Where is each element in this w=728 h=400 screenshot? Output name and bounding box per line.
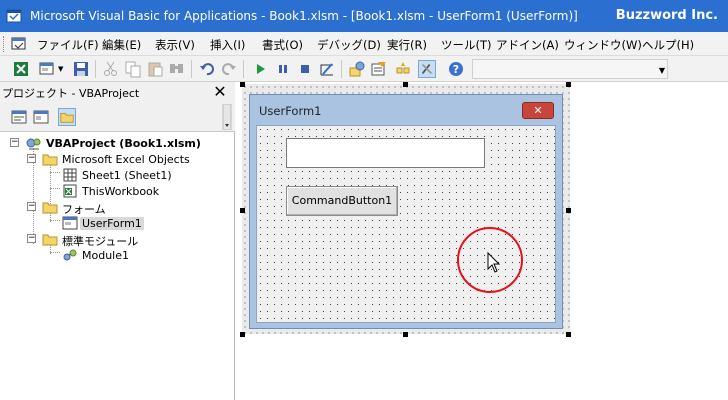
- vba-project-icon: [26, 138, 41, 150]
- folder-icon: [42, 154, 58, 166]
- properties-icon[interactable]: [370, 60, 388, 78]
- toolbar-options-icon[interactable]: ▼: [659, 66, 665, 75]
- reset-icon[interactable]: [296, 60, 314, 78]
- menu-run[interactable]: 実行(R): [387, 37, 427, 53]
- resize-handle[interactable]: [566, 208, 571, 213]
- menu-help[interactable]: ヘルプ(H): [642, 37, 694, 53]
- insert-dropdown-icon[interactable]: ▼: [58, 65, 63, 73]
- menu-debug[interactable]: デバッグ(D): [317, 37, 381, 53]
- tree-node-label: VBAProject (Book1.xlsm): [46, 137, 201, 150]
- menu-addins[interactable]: アドイン(A): [496, 37, 559, 53]
- resize-handle[interactable]: [403, 82, 408, 87]
- title-bar: Microsoft Visual Basic for Applications …: [0, 0, 728, 32]
- cut-icon[interactable]: [102, 60, 120, 78]
- toolbar-separator: [191, 60, 192, 78]
- tree-expander[interactable]: −: [27, 154, 36, 163]
- tree-connector: [50, 188, 60, 189]
- tree-node-label: UserForm1: [80, 217, 144, 230]
- panel-close-button[interactable]: ✕: [210, 83, 230, 101]
- panel-scroll-grip[interactable]: [222, 104, 232, 130]
- panel-title: プロジェクト - VBAProject: [2, 87, 140, 100]
- workbook-icon: [63, 184, 77, 198]
- toggle-folders-icon[interactable]: [58, 108, 76, 126]
- resize-handle[interactable]: [240, 208, 245, 213]
- menu-file[interactable]: ファイル(F): [37, 37, 99, 53]
- menu-grip[interactable]: [3, 36, 6, 52]
- toolbar-separator: [95, 60, 96, 78]
- menu-view[interactable]: 表示(V): [155, 37, 195, 53]
- object-browser-icon[interactable]: [394, 60, 412, 78]
- panel-toolbar: [0, 102, 235, 132]
- view-object-icon[interactable]: [32, 108, 50, 126]
- tree-connector: [50, 172, 60, 173]
- menu-edit[interactable]: 編集(E): [102, 37, 141, 53]
- toolbox-icon[interactable]: [418, 60, 436, 78]
- tree-connector: [50, 220, 60, 221]
- view-code-icon[interactable]: [10, 108, 28, 126]
- run-icon[interactable]: [252, 60, 270, 78]
- redo-icon[interactable]: [220, 60, 238, 78]
- tree-connector: [50, 252, 60, 253]
- svg-text:?: ?: [453, 63, 459, 76]
- project-tree: − VBAProject (Book1.xlsm) − Microsoft Ex…: [0, 134, 232, 400]
- vba-app-icon: [6, 9, 22, 23]
- folder-icon: [42, 202, 58, 214]
- resize-handle[interactable]: [240, 82, 245, 87]
- resize-handle[interactable]: [240, 332, 245, 337]
- save-icon[interactable]: [72, 60, 90, 78]
- resize-handle[interactable]: [403, 332, 408, 337]
- tree-node-label: 標準モジュール: [62, 235, 139, 248]
- tree-node-label: Module1: [82, 249, 129, 262]
- help-icon[interactable]: ?: [447, 60, 465, 78]
- tree-expander[interactable]: −: [10, 138, 19, 147]
- worksheet-icon: [63, 168, 77, 182]
- copy-icon[interactable]: [124, 60, 142, 78]
- break-icon[interactable]: [274, 60, 292, 78]
- find-icon[interactable]: [168, 60, 186, 78]
- tree-node-label: ThisWorkbook: [82, 185, 160, 198]
- folder-icon: [42, 234, 58, 246]
- menu-insert[interactable]: 挿入(I): [210, 37, 245, 53]
- window-title: Microsoft Visual Basic for Applications …: [30, 9, 578, 23]
- command-button-control[interactable]: CommandButton1: [286, 186, 398, 216]
- tree-expander[interactable]: −: [27, 202, 36, 211]
- userform-caption: UserForm1: [259, 104, 322, 118]
- design-mode-icon[interactable]: [318, 60, 336, 78]
- tree-expander[interactable]: −: [27, 234, 36, 243]
- menu-bar: ファイル(F) 編集(E) 表示(V) 挿入(I) 書式(O) デバッグ(D) …: [0, 32, 728, 56]
- project-explorer-icon[interactable]: [348, 60, 366, 78]
- toolbar-separator: [243, 60, 244, 78]
- tree-node-label: フォーム: [62, 203, 106, 216]
- textbox-control[interactable]: [286, 138, 485, 168]
- module-icon: [63, 249, 77, 261]
- menu-tools[interactable]: ツール(T): [441, 37, 492, 53]
- standard-toolbar: ▼ ? ▼: [0, 56, 728, 82]
- menu-window[interactable]: ウィンドウ(W): [564, 37, 642, 53]
- tree-node-label: Sheet1 (Sheet1): [82, 169, 172, 182]
- resize-handle[interactable]: [566, 82, 571, 87]
- undo-icon[interactable]: [198, 60, 216, 78]
- insert-userform-icon[interactable]: [38, 60, 56, 78]
- toolbar-separator: [341, 60, 342, 78]
- userform-close-button[interactable]: ✕: [522, 102, 554, 119]
- cursor-position-box: ▼: [472, 59, 668, 79]
- resize-handle[interactable]: [566, 332, 571, 337]
- userform-icon: [62, 216, 78, 230]
- brand-label: Buzzword Inc.: [615, 8, 718, 23]
- mouse-pointer-icon: [487, 252, 501, 273]
- menu-format[interactable]: 書式(O): [262, 37, 303, 53]
- tree-connector: [50, 164, 51, 204]
- mdi-window-icon[interactable]: [10, 36, 28, 52]
- excel-icon[interactable]: [12, 60, 30, 78]
- panel-header: プロジェクト - VBAProject ✕: [0, 82, 235, 102]
- tree-node-label: Microsoft Excel Objects: [62, 153, 190, 166]
- paste-icon[interactable]: [146, 60, 164, 78]
- project-explorer-panel: プロジェクト - VBAProject ✕ − VBAProject (Book…: [0, 82, 235, 400]
